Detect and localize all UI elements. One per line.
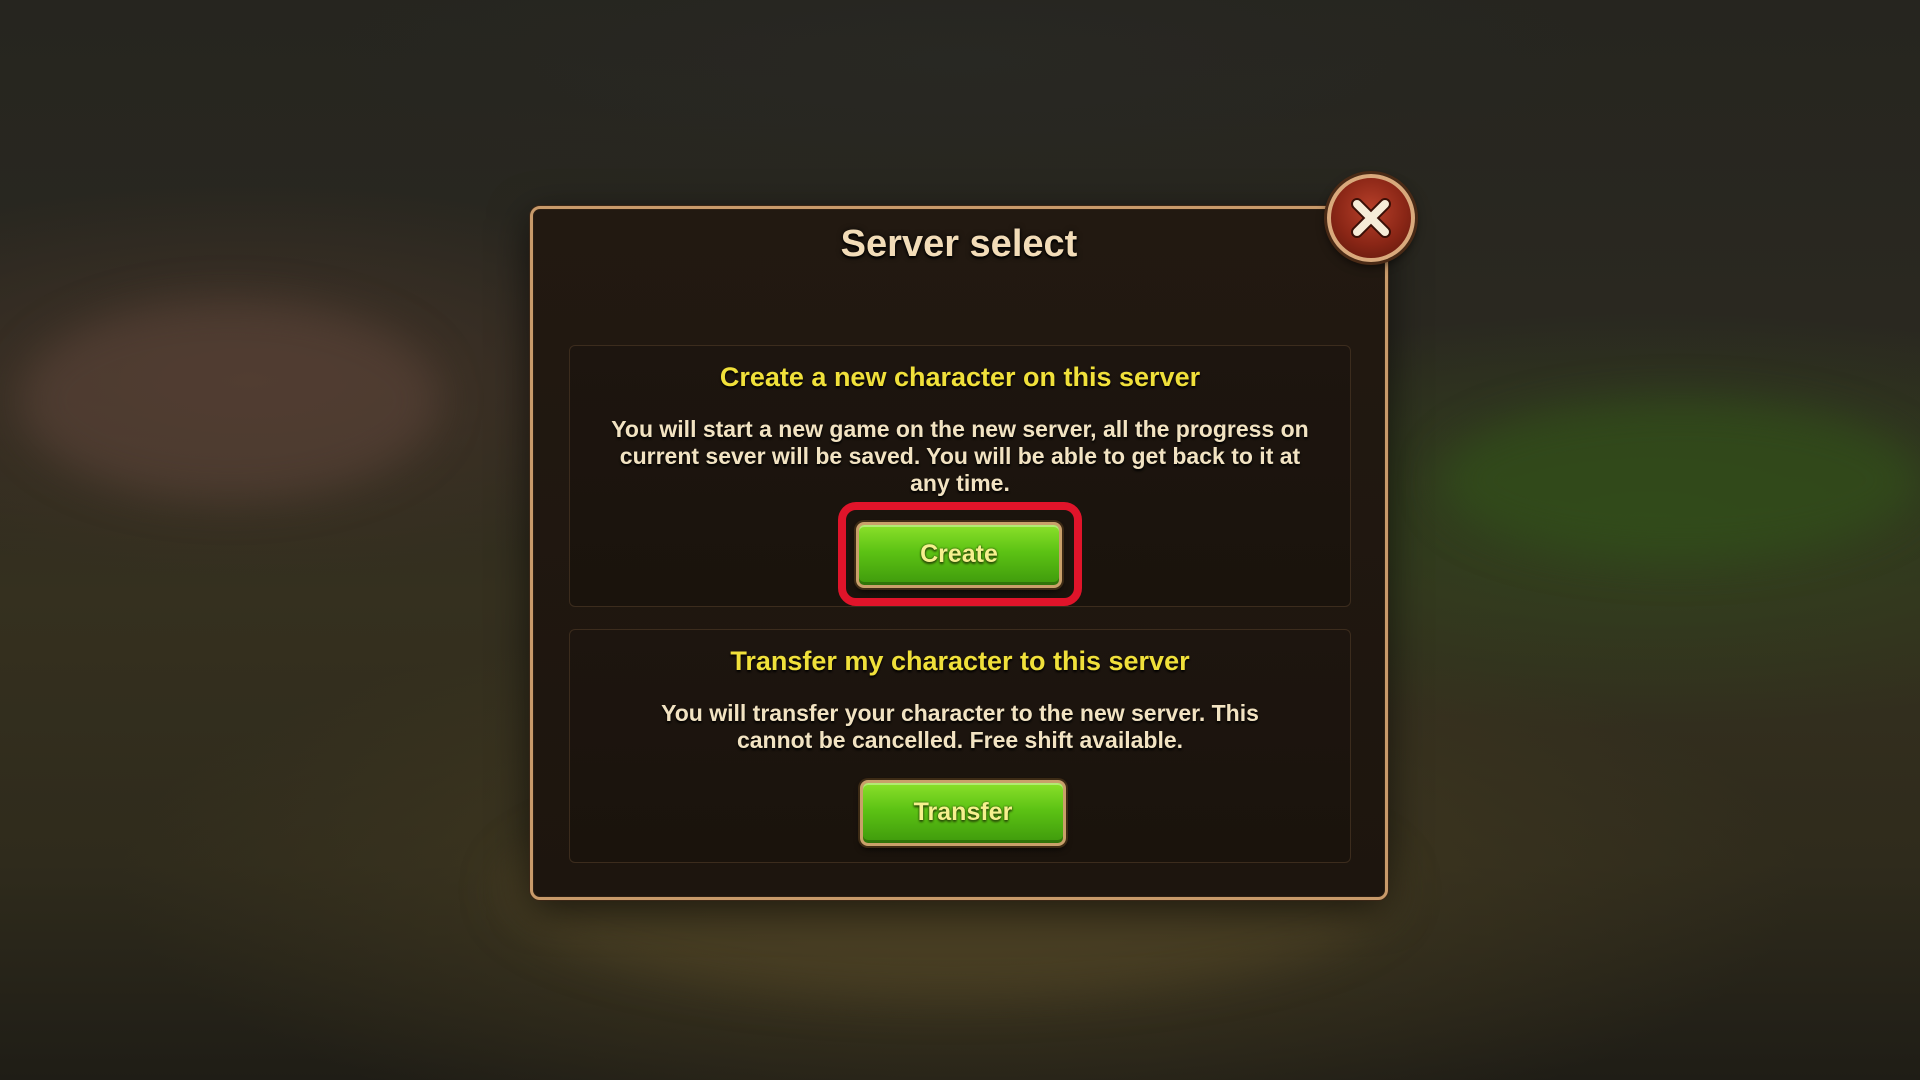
create-section-description: You will start a new game on the new ser…: [611, 416, 1309, 496]
close-button[interactable]: [1327, 174, 1415, 262]
create-button[interactable]: Create: [856, 522, 1062, 588]
transfer-character-section: Transfer my character to this server You…: [569, 629, 1351, 863]
transfer-button[interactable]: Transfer: [860, 780, 1066, 846]
background-trees-blur: [1440, 400, 1920, 560]
transfer-section-title: Transfer my character to this server: [730, 646, 1190, 676]
background-village-blur: [20, 300, 440, 500]
create-character-section: Create a new character on this server Yo…: [569, 345, 1351, 607]
transfer-section-description: You will transfer your character to the …: [661, 700, 1259, 753]
server-select-dialog: Server select Create a new character on …: [530, 206, 1388, 900]
dialog-title: Server select: [840, 223, 1078, 265]
create-section-title: Create a new character on this server: [719, 362, 1201, 392]
